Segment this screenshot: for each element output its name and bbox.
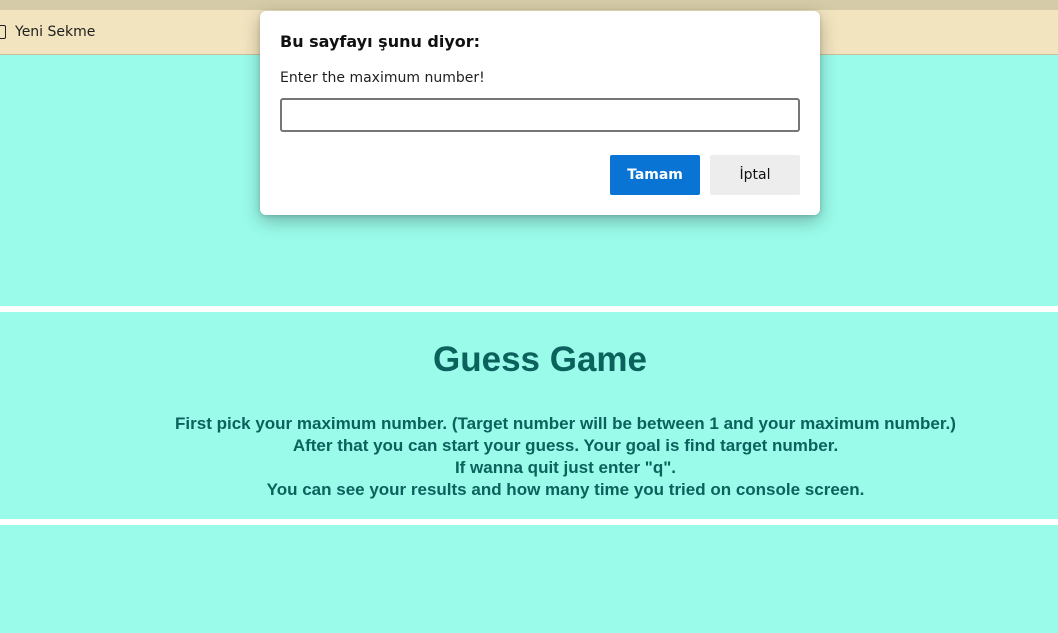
divider-bottom [0, 519, 1058, 525]
ok-button[interactable]: Tamam [610, 155, 700, 195]
bookmark-yeni-sekme[interactable]: Yeni Sekme [0, 21, 95, 43]
cancel-button[interactable]: İptal [710, 155, 800, 195]
instruction-line: You can see your results and how many ti… [266, 480, 865, 499]
prompt-dialog: Bu sayfayı şunu diyor: Enter the maximum… [260, 11, 820, 215]
page-title: Guess Game [433, 340, 647, 379]
prompt-input[interactable] [280, 98, 800, 132]
page-icon [0, 25, 6, 39]
bookmark-label: Yeni Sekme [15, 24, 96, 40]
instruction-line: After that you can start your guess. You… [292, 436, 839, 455]
dialog-message: Enter the maximum number! [280, 70, 485, 86]
instruction-line: First pick your maximum number. (Target … [175, 414, 956, 433]
instruction-line: If wanna quit just enter "q". [454, 458, 677, 477]
instructions: First pick your maximum number. (Target … [0, 413, 1058, 501]
window-top-strip [0, 0, 1058, 10]
dialog-title: Bu sayfayı şunu diyor: [280, 32, 481, 51]
divider-top [0, 306, 1058, 312]
